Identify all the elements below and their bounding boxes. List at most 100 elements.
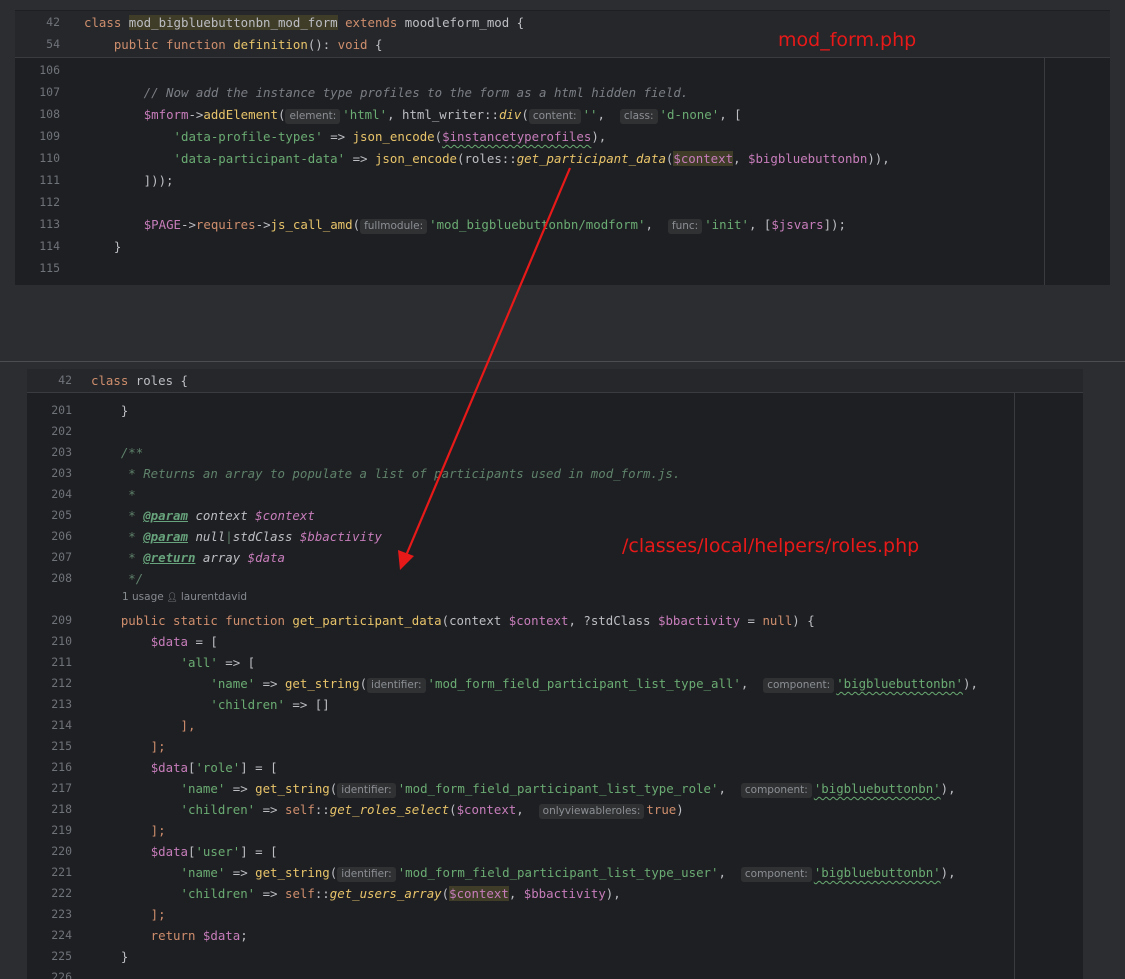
code-text: $mform->addElement(element:'html', html_… [84, 104, 742, 125]
code-line[interactable]: 115 [15, 258, 1110, 279]
code-token: } [84, 239, 122, 254]
line-number: 203 [51, 445, 72, 459]
code-line[interactable]: 223 ]; [27, 904, 1083, 925]
code-line[interactable]: 114 } [15, 236, 1110, 257]
code-token: , [508, 886, 524, 901]
code-line[interactable]: 207 * @return array $data [27, 547, 1083, 568]
code-line[interactable]: 226 [27, 967, 1083, 979]
code-token: ( [449, 802, 457, 817]
code-token: | [225, 529, 233, 544]
code-token: 'html' [342, 107, 388, 122]
code-token: stdClass [232, 529, 300, 544]
code-line[interactable]: 110 'data-participant-data' => json_enco… [15, 148, 1110, 169]
code-token: @param [143, 508, 188, 523]
code-token: 'mod_form_field_participant_list_type_al… [427, 676, 741, 691]
code-token: ( [329, 781, 338, 796]
code-token: , html_writer:: [387, 107, 499, 122]
code-token: ; [240, 928, 248, 943]
code-line[interactable]: 106 [15, 60, 1110, 81]
code-text: ]; [91, 820, 166, 841]
code-line[interactable]: 203 * Returns an array to populate a lis… [27, 463, 1083, 484]
code-line[interactable]: 113 $PAGE->requires->js_call_amd(fullmod… [15, 214, 1110, 235]
code-line[interactable]: 111 ])); [15, 170, 1110, 191]
code-line[interactable]: 217 'name' => get_string(identifier:'mod… [27, 778, 1083, 799]
usage-count[interactable]: 1 usage [122, 591, 164, 603]
code-line[interactable]: 201 } [27, 400, 1083, 421]
code-text: ]; [91, 904, 166, 925]
code-line[interactable]: 209 public static function get_participa… [27, 610, 1083, 631]
code-token: } [91, 403, 129, 418]
usage-author[interactable]: laurentdavid [181, 591, 247, 603]
line-number: 113 [39, 217, 60, 231]
code-line[interactable]: 220 $data['user'] = [ [27, 841, 1083, 862]
code-token: 'init' [704, 217, 749, 232]
code-line[interactable]: 213 'children' => [] [27, 694, 1083, 715]
code-line[interactable]: 54 public function definition(): void { [15, 34, 1110, 55]
line-number: 42 [46, 15, 60, 29]
code-token: $bigbluebuttonbn [747, 151, 868, 166]
code-token: $bbactivity [523, 886, 606, 901]
code-text: * @param null|stdClass $bbactivity [91, 526, 382, 547]
code-line[interactable]: 221 'name' => get_string(identifier:'mod… [27, 862, 1083, 883]
code-line[interactable]: 214 ], [27, 715, 1083, 736]
code-text: * [91, 484, 135, 505]
parameter-hint: identifier: [337, 783, 396, 798]
code-line[interactable]: 210 $data = [ [27, 631, 1083, 652]
line-number: 205 [51, 508, 72, 522]
code-line[interactable]: 208 */ [27, 568, 1083, 589]
code-line[interactable]: 215 ]; [27, 736, 1083, 757]
code-line[interactable]: 212 'name' => get_string(identifier:'mod… [27, 673, 1083, 694]
top-sticky-header: 42 class mod_bigbluebuttonbn_mod_form ext… [15, 11, 1110, 58]
code-line[interactable]: 216 $data['role'] = [ [27, 757, 1083, 778]
code-token: */ [91, 571, 144, 586]
code-token: ), [605, 886, 621, 901]
code-line[interactable]: 204 * [27, 484, 1083, 505]
code-line[interactable]: 222 'children' => self::get_users_array(… [27, 883, 1083, 904]
code-token: ( [277, 107, 286, 122]
code-token: 'children' [180, 886, 256, 901]
parameter-hint: component: [763, 678, 835, 693]
code-line[interactable]: 112 [15, 192, 1110, 213]
code-token: self [284, 886, 315, 901]
code-token: requires [195, 217, 256, 232]
code-line[interactable]: 107 // Now add the instance type profile… [15, 82, 1110, 103]
code-line[interactable]: 224 return $data; [27, 925, 1083, 946]
line-number: 108 [39, 107, 60, 121]
code-line[interactable]: 219 ]; [27, 820, 1083, 841]
line-number: 208 [51, 571, 72, 585]
code-token: ] = [ [240, 844, 278, 859]
parameter-hint: class: [619, 109, 658, 124]
code-token: '' [582, 107, 598, 122]
line-number: 54 [46, 37, 60, 51]
code-line[interactable]: 203 /** [27, 442, 1083, 463]
code-line[interactable]: 42 class roles { [27, 370, 1083, 391]
code-token: 'mod_form_field_participant_list_type_ro… [397, 781, 719, 796]
code-line[interactable]: 225 } [27, 946, 1083, 967]
code-line[interactable]: 211 'all' => [ [27, 652, 1083, 673]
line-number: 221 [51, 865, 72, 879]
code-text: } [91, 946, 128, 967]
code-token: class [84, 15, 129, 30]
code-line[interactable]: 108 $mform->addElement(element:'html', h… [15, 104, 1110, 125]
code-token: $context [508, 613, 569, 628]
line-number: 207 [51, 550, 72, 564]
code-line[interactable]: 109 'data-profile-types' => json_encode(… [15, 126, 1110, 147]
code-text: $data['role'] = [ [91, 757, 278, 778]
code-line[interactable]: 42 class mod_bigbluebuttonbn_mod_form ext… [15, 12, 1110, 33]
code-token: null [762, 613, 793, 628]
code-line[interactable]: 202 [27, 421, 1083, 442]
code-token: ), [940, 781, 956, 796]
code-token: $mform [143, 107, 189, 122]
code-line[interactable]: 206 * @param null|stdClass $bbactivity [27, 526, 1083, 547]
code-token: $context [449, 886, 509, 901]
code-token: definition [233, 37, 308, 52]
code-token: 'bigbluebuttonbn' [836, 676, 964, 691]
code-token: , [597, 107, 620, 122]
bottom-editor-pane: 42 class roles { 201 } 202 203 /** 203 * Ret… [27, 369, 1083, 979]
code-line[interactable]: 218 'children' => self::get_roles_select… [27, 799, 1083, 820]
code-vision-usage[interactable]: 1 usage 👤︎ laurentdavid [122, 591, 247, 603]
separator-line [0, 361, 1125, 362]
code-text: $data['user'] = [ [91, 841, 278, 862]
code-line[interactable]: 205 * @param context $context [27, 505, 1083, 526]
